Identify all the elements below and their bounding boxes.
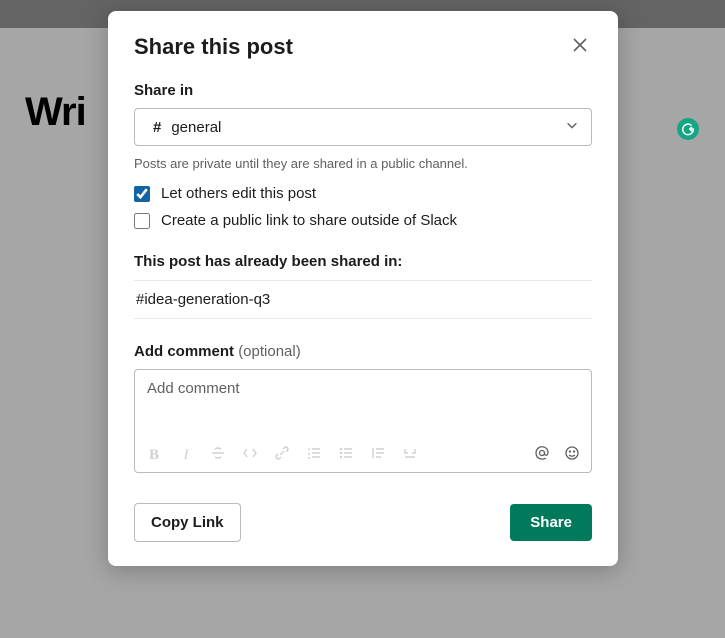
at-icon	[534, 445, 550, 466]
copy-link-button[interactable]: Copy Link	[134, 503, 241, 542]
let-others-edit-checkbox[interactable]	[134, 186, 150, 202]
modal-footer: Copy Link Share	[134, 503, 592, 542]
comment-box: Add comment B I	[134, 369, 592, 473]
toolbar-right	[533, 446, 581, 464]
grammarly-icon[interactable]	[677, 118, 699, 140]
checkbox-row-edit: Let others edit this post	[134, 185, 592, 202]
code-button[interactable]	[241, 446, 259, 464]
blockquote-button[interactable]	[369, 446, 387, 464]
modal-header: Share this post	[134, 33, 592, 60]
close-icon	[572, 37, 588, 56]
ordered-list-icon	[306, 445, 322, 466]
selected-channel-name: general	[171, 119, 565, 136]
add-comment-label: Add comment (optional)	[134, 343, 592, 360]
ordered-list-button[interactable]	[305, 446, 323, 464]
italic-button[interactable]: I	[177, 446, 195, 464]
already-shared-label: This post has already been shared in:	[134, 253, 592, 281]
code-block-icon	[402, 445, 418, 466]
modal-title: Share this post	[134, 34, 293, 60]
mention-button[interactable]	[533, 446, 551, 464]
code-icon	[242, 445, 258, 466]
public-link-label[interactable]: Create a public link to share outside of…	[161, 212, 457, 229]
strikethrough-button[interactable]	[209, 446, 227, 464]
link-button[interactable]	[273, 446, 291, 464]
bold-icon: B	[149, 447, 159, 464]
code-block-button[interactable]	[401, 446, 419, 464]
checkbox-row-public: Create a public link to share outside of…	[134, 212, 592, 229]
public-link-checkbox[interactable]	[134, 213, 150, 229]
strikethrough-icon	[210, 445, 226, 466]
comment-input[interactable]: Add comment	[135, 370, 591, 440]
italic-icon: I	[184, 447, 189, 464]
privacy-hint: Posts are private until they are shared …	[134, 156, 592, 171]
channel-selector[interactable]: # general	[134, 108, 592, 146]
close-button[interactable]	[568, 33, 592, 60]
link-icon	[274, 445, 290, 466]
comment-toolbar: B I	[135, 440, 591, 472]
bulleted-list-button[interactable]	[337, 446, 355, 464]
already-shared-channel: #idea-generation-q3	[134, 281, 592, 319]
bulleted-list-icon	[338, 445, 354, 466]
checkbox-group: Let others edit this post Create a publi…	[134, 185, 592, 229]
toolbar-left: B I	[145, 446, 533, 464]
add-comment-label-text: Add comment	[134, 343, 234, 360]
chevron-down-icon	[565, 118, 579, 137]
emoji-icon	[564, 445, 580, 466]
already-shared-section: This post has already been shared in: #i…	[134, 253, 592, 319]
share-button[interactable]: Share	[510, 504, 592, 541]
share-post-modal: Share this post Share in # general Posts…	[108, 11, 618, 566]
emoji-button[interactable]	[563, 446, 581, 464]
add-comment-optional: (optional)	[238, 343, 301, 360]
blockquote-icon	[370, 445, 386, 466]
let-others-edit-label[interactable]: Let others edit this post	[161, 185, 316, 202]
hash-icon: #	[153, 119, 161, 136]
share-in-label: Share in	[134, 82, 592, 99]
bold-button[interactable]: B	[145, 446, 163, 464]
